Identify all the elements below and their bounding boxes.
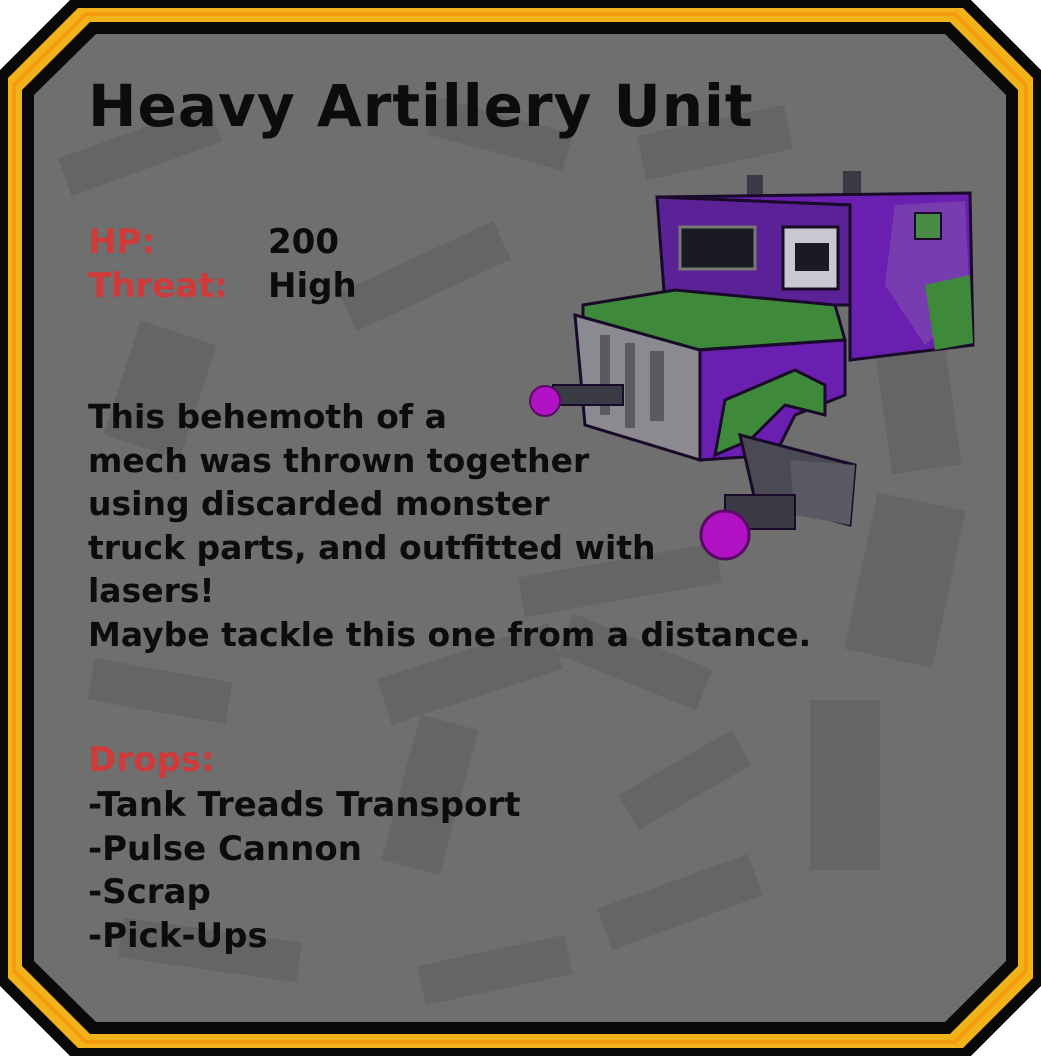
- drop-item: -Pick-Ups: [88, 915, 268, 956]
- description-line: This behemoth of a: [88, 397, 447, 436]
- drops-heading: Drops:: [88, 740, 215, 780]
- drop-item: -Tank Treads Transport: [88, 785, 521, 825]
- drop-item: -Pulse Cannon: [88, 828, 362, 869]
- card-content: Heavy Artillery Unit HP: 200 Threat: Hig…: [0, 0, 1041, 1056]
- stat-threat-value: High: [268, 266, 357, 306]
- description-line: using discarded monster: [88, 484, 550, 523]
- stat-hp-label: HP:: [88, 222, 155, 262]
- unit-title: Heavy Artillery Unit: [88, 72, 754, 140]
- stat-threat-label: Threat:: [88, 266, 229, 306]
- drops-list: -Tank Treads Transport -Pulse Cannon -Sc…: [88, 784, 521, 958]
- description-line: mech was thrown together: [88, 440, 590, 480]
- description-line: lasers!: [88, 571, 215, 610]
- stat-hp-value: 200: [268, 222, 339, 262]
- unit-description: This behemoth of a mech was thrown toget…: [88, 395, 888, 656]
- description-line: Maybe tackle this one from a distance.: [88, 614, 812, 654]
- description-line: truck parts, and outfitted with: [88, 527, 656, 567]
- unit-info-card: Heavy Artillery Unit HP: 200 Threat: Hig…: [0, 0, 1041, 1056]
- drop-item: -Scrap: [88, 872, 211, 912]
